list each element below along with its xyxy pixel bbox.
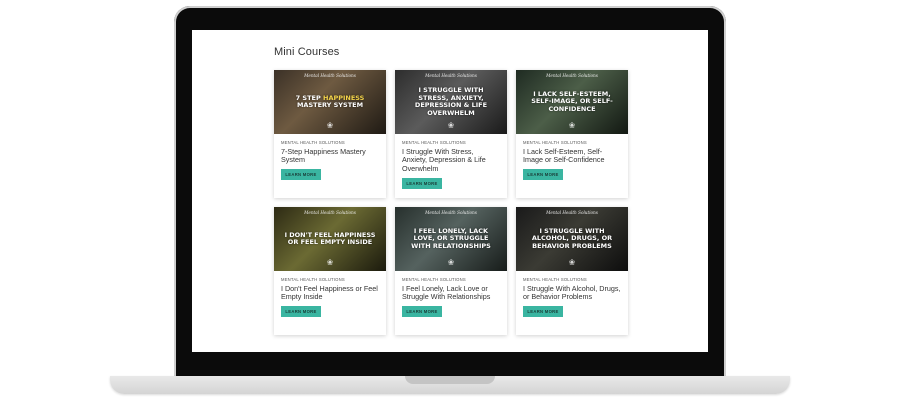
lotus-icon: ❀ — [326, 258, 334, 267]
course-card[interactable]: Mental Health Solutions I Feel Lonely, L… — [395, 207, 507, 335]
thumbnail-heading: I Struggle With Alcohol, Drugs, or Behav… — [531, 226, 613, 250]
course-thumbnail[interactable]: Mental Health Solutions I Struggle With … — [516, 207, 628, 271]
brand-script: Mental Health Solutions — [546, 210, 598, 215]
learn-more-button[interactable]: Learn More — [523, 306, 563, 317]
lotus-icon: ❀ — [447, 121, 455, 130]
course-thumbnail[interactable]: Mental Health Solutions 7 Step Happiness… — [274, 70, 386, 134]
course-card[interactable]: Mental Health Solutions I Struggle With … — [395, 70, 507, 198]
laptop-notch — [405, 376, 495, 384]
section-title: Mini Courses — [274, 46, 340, 58]
brand-script: Mental Health Solutions — [546, 73, 598, 78]
lotus-icon: ❀ — [326, 121, 334, 130]
course-title[interactable]: I Don't Feel Happiness or Feel Empty Ins… — [281, 284, 379, 302]
learn-more-button[interactable]: Learn More — [402, 178, 442, 189]
lotus-icon: ❀ — [568, 258, 576, 267]
course-title[interactable]: I Struggle With Stress, Anxiety, Depress… — [402, 147, 500, 173]
brand-script: Mental Health Solutions — [425, 210, 477, 215]
lotus-icon: ❀ — [447, 258, 455, 267]
course-title[interactable]: 7-Step Happiness Mastery System — [281, 147, 379, 165]
learn-more-button[interactable]: Learn More — [402, 306, 442, 317]
screen: Mini Courses Mental Health Solutions 7 S… — [192, 30, 708, 352]
course-category: Mental Health Solutions — [281, 140, 345, 145]
course-category: Mental Health Solutions — [281, 277, 345, 282]
course-title[interactable]: I Struggle With Alcohol, Drugs, or Behav… — [523, 284, 621, 302]
course-category: Mental Health Solutions — [402, 277, 466, 282]
brand-script: Mental Health Solutions — [425, 73, 477, 78]
course-category: Mental Health Solutions — [523, 140, 587, 145]
lotus-icon: ❀ — [568, 121, 576, 130]
course-title[interactable]: I Lack Self-Esteem, Self-Image or Self-C… — [523, 147, 621, 165]
brand-script: Mental Health Solutions — [304, 73, 356, 78]
course-category: Mental Health Solutions — [523, 277, 587, 282]
course-title[interactable]: I Feel Lonely, Lack Love or Struggle Wit… — [402, 284, 500, 302]
course-card[interactable]: Mental Health Solutions I Struggle With … — [516, 207, 628, 335]
thumbnail-heading: I Lack Self-Esteem, Self-Image, or Self-… — [531, 89, 613, 113]
thumbnail-heading: 7 Step Happiness Mastery System — [295, 93, 365, 109]
thumbnail-heading: I Feel Lonely, Lack Love, or Struggle Wi… — [411, 226, 491, 250]
thumbnail-heading: I Don't Feel Happiness or Feel Empty Ins… — [284, 230, 376, 246]
course-card[interactable]: Mental Health Solutions I Don't Feel Hap… — [274, 207, 386, 335]
course-card[interactable]: Mental Health Solutions I Lack Self-Este… — [516, 70, 628, 198]
course-card[interactable]: Mental Health Solutions 7 Step Happiness… — [274, 70, 386, 198]
course-category: Mental Health Solutions — [402, 140, 466, 145]
course-thumbnail[interactable]: Mental Health Solutions I Struggle With … — [395, 70, 507, 134]
brand-script: Mental Health Solutions — [304, 210, 356, 215]
course-thumbnail[interactable]: Mental Health Solutions I Don't Feel Hap… — [274, 207, 386, 271]
course-grid: Mental Health Solutions 7 Step Happiness… — [274, 70, 628, 335]
course-thumbnail[interactable]: Mental Health Solutions I Lack Self-Este… — [516, 70, 628, 134]
learn-more-button[interactable]: Learn More — [281, 169, 321, 180]
thumbnail-heading: I Struggle With Stress, Anxiety, Depress… — [414, 86, 488, 117]
course-thumbnail[interactable]: Mental Health Solutions I Feel Lonely, L… — [395, 207, 507, 271]
learn-more-button[interactable]: Learn More — [523, 169, 563, 180]
learn-more-button[interactable]: Learn More — [281, 306, 321, 317]
